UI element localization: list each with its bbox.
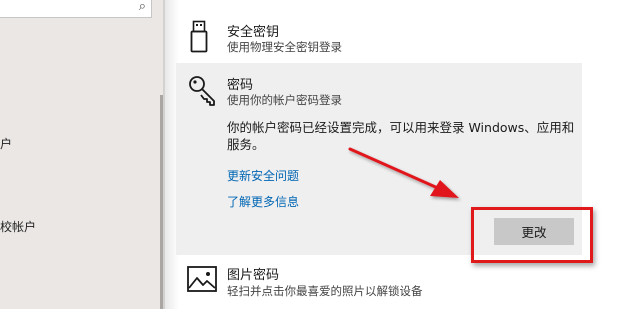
- picture-password-title: 图片密码: [227, 268, 280, 283]
- security-key-subtitle: 使用物理安全密钥登录: [227, 40, 342, 54]
- update-security-questions-link[interactable]: 更新安全问题: [227, 167, 299, 184]
- learn-more-link[interactable]: 了解更多信息: [227, 193, 299, 210]
- annotation-highlight-box: [471, 207, 593, 263]
- picture-icon: [187, 266, 217, 292]
- settings-sidebar: ⌕ 户 校帐户: [0, 0, 165, 309]
- key-icon: [189, 76, 215, 106]
- picture-password-subtitle: 轻扫并点击你最喜爱的照片以解锁设备: [227, 284, 423, 298]
- password-description: 你的帐户密码已经设置完成，可以用来登录 Windows、应用和服务。: [227, 120, 575, 152]
- security-key-title: 安全密钥: [227, 25, 280, 40]
- picture-password-option[interactable]: 图片密码 轻扫并点击你最喜爱的照片以解锁设备: [176, 255, 582, 309]
- search-icon[interactable]: ⌕: [139, 0, 146, 14]
- security-key-option[interactable]: 安全密钥 使用物理安全密钥登录: [176, 0, 582, 62]
- search-input[interactable]: ⌕: [0, 0, 152, 18]
- usb-key-icon: [190, 20, 208, 53]
- password-subtitle: 使用你的帐户密码登录: [227, 93, 342, 107]
- sidebar-item-label[interactable]: 校帐户: [0, 218, 36, 235]
- password-title: 密码: [227, 78, 254, 93]
- sidebar-item-label[interactable]: 户: [0, 135, 12, 152]
